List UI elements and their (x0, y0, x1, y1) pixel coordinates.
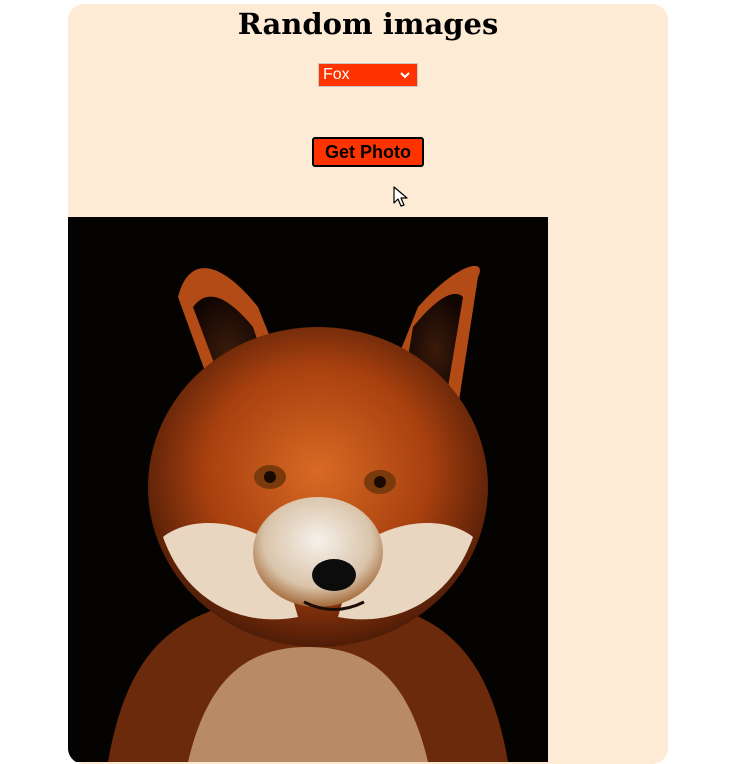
get-photo-button[interactable]: Get Photo (312, 137, 424, 167)
fox-photo (68, 217, 548, 762)
page-title: Random images (237, 7, 499, 41)
content-card: Random images Fox Get Photo (68, 4, 668, 764)
mouse-cursor-icon (393, 186, 409, 208)
fox-illustration (68, 217, 548, 762)
animal-select[interactable]: Fox (318, 63, 418, 87)
animal-select-value: Fox (323, 66, 350, 83)
chevron-down-icon (399, 69, 411, 81)
